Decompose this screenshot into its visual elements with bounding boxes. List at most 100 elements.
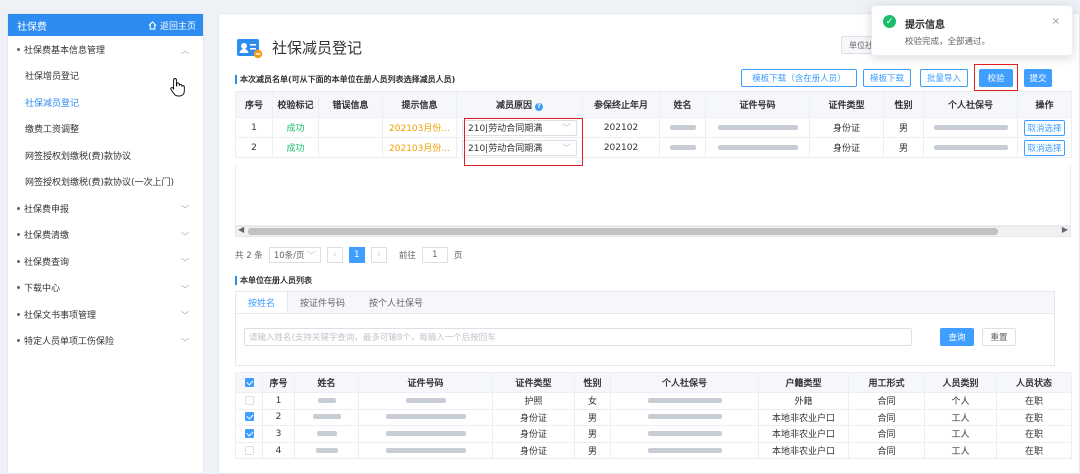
row-checkbox[interactable] <box>244 395 254 405</box>
bullet-icon <box>17 312 20 316</box>
submit-button[interactable]: 提交 <box>1024 69 1052 87</box>
page-size-select[interactable]: 10条/页 ﹀ <box>268 247 321 263</box>
column-header: 用工形式 <box>848 372 925 393</box>
close-icon[interactable]: × <box>1052 16 1060 27</box>
hint-info[interactable]: 202103月份... <box>382 117 457 138</box>
reduction-table-header: 序号 校验标记 错误信息 提示信息 减员原因? 参保终止年月 姓名 证件号码 证件类型 性别 个人社… <box>235 91 1072 118</box>
bullet-icon <box>17 47 20 51</box>
sidebar-item-5[interactable]: 网签授权划缴税(费)款协议(一次上门) <box>8 169 203 196</box>
tab-2[interactable]: 按个人社保号 <box>357 292 435 313</box>
sidebar-item-label: 社保减员登记 <box>25 98 80 109</box>
scroll-left-icon[interactable]: ◀ <box>238 225 244 234</box>
horizontal-scrollbar[interactable]: ◀ ▶ <box>235 225 1071 237</box>
sidebar-item-8[interactable]: 社保费查询 ﹀ <box>8 248 203 275</box>
staff-status: 在职 <box>996 408 1072 427</box>
household-type: 本地非农业户口 <box>758 408 849 427</box>
cancel-select-button[interactable]: 取消选择 <box>1024 139 1065 156</box>
staff-category: 工人 <box>924 408 997 427</box>
social-no-redacted <box>923 117 1018 138</box>
sidebar-item-11[interactable]: 特定人员单项工伤保险 ﹀ <box>8 328 203 355</box>
name-cell-redacted <box>659 137 706 158</box>
verify-mark: 成功 <box>272 137 319 158</box>
checkbox-cell <box>235 441 263 460</box>
column-header: 序号 <box>235 91 273 118</box>
staff-status: 在职 <box>996 392 1072 410</box>
bullet-icon <box>17 339 20 343</box>
chevron-icon: ︿ <box>181 46 189 55</box>
pagination: 共 2 条 10条/页 ﹀ ‹ 1 › 前往 1 页 <box>235 247 462 263</box>
bullet-icon <box>17 259 20 263</box>
page-title: 社保减员登记 <box>272 39 363 57</box>
prev-page-button[interactable]: ‹ <box>326 247 343 263</box>
row-checkbox[interactable] <box>244 445 254 455</box>
select-all-checkbox[interactable] <box>244 377 254 387</box>
sidebar-item-0[interactable]: 社保费基本信息管理 ︿ <box>8 36 203 63</box>
search-input[interactable]: 请输入姓名(支持关键字查询，最多可输8个，每输入一个后按回车 <box>244 328 912 346</box>
column-header: 证件类型 <box>492 372 575 393</box>
social-no-redacted <box>923 137 1018 158</box>
sidebar-item-6[interactable]: 社保费申报 ﹀ <box>8 195 203 222</box>
query-button[interactable]: 查询 <box>940 328 974 346</box>
sex: 男 <box>883 117 924 138</box>
row-number: 2 <box>235 137 273 158</box>
name-cell-redacted <box>294 408 359 427</box>
checkbox-cell <box>235 392 263 410</box>
cancel-select-button[interactable]: 取消选择 <box>1024 119 1065 136</box>
search-tabs: 按姓名 按证件号码 按个人社保号 <box>236 292 1054 314</box>
sidebar-item-3[interactable]: 缴费工资调整 <box>8 116 203 143</box>
hint-info[interactable]: 202103月份... <box>382 137 457 158</box>
template-download-with-staff-button[interactable]: 模板下载（含在册人员） <box>741 69 857 87</box>
column-header: 户籍类型 <box>758 372 849 393</box>
row-number: 1 <box>262 392 295 410</box>
next-page-button[interactable]: › <box>370 247 387 263</box>
sidebar-item-4[interactable]: 网签授权划缴税(费)款协议 <box>8 142 203 169</box>
batch-import-button[interactable]: 批量导入 <box>920 69 968 87</box>
help-icon[interactable]: ? <box>535 103 543 111</box>
chevron-icon: ﹀ <box>181 231 189 241</box>
social-no-redacted <box>610 425 759 443</box>
row-checkbox[interactable] <box>244 428 254 438</box>
sidebar-item-label: 网签授权划缴税(费)款协议(一次上门) <box>25 178 175 189</box>
reset-button[interactable]: 重置 <box>982 328 1016 346</box>
sidebar-item-9[interactable]: 下载中心 ﹀ <box>8 275 203 302</box>
sidebar-item-10[interactable]: 社保文书事项管理 ﹀ <box>8 301 203 328</box>
column-header: 性别 <box>574 372 611 393</box>
household-type: 本地非农业户口 <box>758 425 849 443</box>
toast-message: 校验完成，全部通过。 <box>905 37 991 47</box>
id-type: 身份证 <box>492 408 575 427</box>
id-type: 身份证 <box>492 425 575 443</box>
id-number-redacted <box>705 117 810 138</box>
success-check-icon: ✓ <box>883 15 896 28</box>
home-icon <box>148 20 157 30</box>
id-type: 身份证 <box>809 137 884 158</box>
column-header: 证件类型 <box>809 91 884 118</box>
staff-card-icon <box>237 39 263 59</box>
column-header: 姓名 <box>659 91 706 118</box>
scrollbar-thumb[interactable] <box>248 228 998 235</box>
table-row: 2 身份证男 本地非农业户口 合同 工人 在职 <box>235 408 1072 427</box>
employment-form: 合同 <box>848 408 925 427</box>
goto-page-input[interactable]: 1 <box>421 247 448 263</box>
household-type: 本地非农业户口 <box>758 441 849 460</box>
current-page-button[interactable]: 1 <box>348 247 365 263</box>
scroll-right-icon[interactable]: ▶ <box>1062 225 1068 234</box>
sidebar-item-7[interactable]: 社保费清缴 ﹀ <box>8 222 203 249</box>
section-title-reduction-list: 本次减员名单(可从下面的本单位在册人员列表选择减员人员) <box>235 75 455 84</box>
name-cell-redacted <box>294 425 359 443</box>
notification-toast: ✓ 提示信息 校验完成，全部通过。 × <box>871 5 1073 56</box>
sidebar-header: 社保费 返回主页 <box>8 14 203 36</box>
tab-0[interactable]: 按姓名 <box>236 292 289 313</box>
template-download-button[interactable]: 模板下载 <box>863 69 911 87</box>
home-link[interactable]: 返回主页 <box>148 19 196 32</box>
column-header: 性别 <box>883 91 924 118</box>
hand-cursor-icon <box>170 78 185 97</box>
household-type: 外籍 <box>758 392 849 410</box>
chevron-down-icon: ﹀ <box>307 251 316 261</box>
bullet-icon <box>17 286 20 290</box>
verify-mark: 成功 <box>272 117 319 138</box>
chevron-icon: ﹀ <box>181 258 189 267</box>
tab-1[interactable]: 按证件号码 <box>288 292 357 313</box>
row-checkbox[interactable] <box>244 412 254 422</box>
sidebar-item-label: 社保增员登记 <box>25 72 80 83</box>
column-header: 人员状态 <box>996 372 1072 393</box>
